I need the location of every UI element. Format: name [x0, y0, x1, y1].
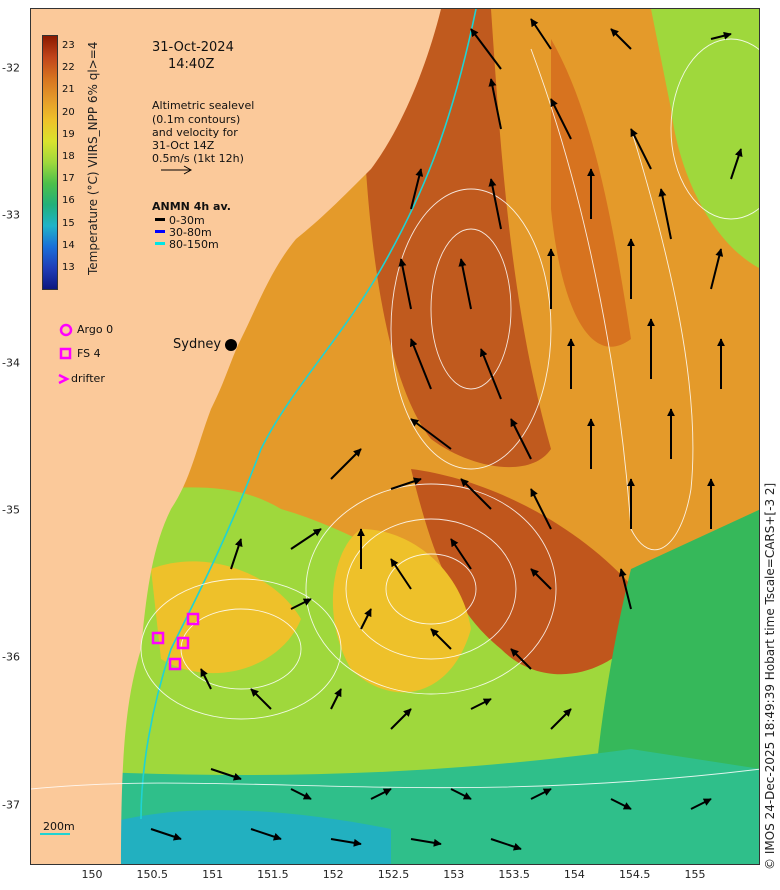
colorbar-tick: 15 [62, 217, 75, 229]
x-tick-label: 155 [684, 868, 706, 881]
credit-text: © IMOS 24-Dec-2025 18:49:39 Hobart time … [763, 482, 777, 870]
x-tick-label: 151 [202, 868, 224, 881]
x-tick-label: 151.5 [257, 868, 289, 881]
map-date: 31-Oct-2024 [152, 40, 234, 55]
sealevel-line4: 31-Oct 14Z [152, 139, 215, 152]
fs-legend-label: FS 4 [77, 347, 101, 360]
sydney-label: Sydney [173, 337, 222, 352]
colorbar-tick: 19 [62, 128, 75, 140]
y-tick-label: -36 [2, 650, 20, 664]
x-tick-label: 153 [443, 868, 465, 881]
y-tick-label: -32 [2, 61, 20, 75]
isobath-label: 200m [43, 820, 75, 833]
x-tick-label: 152 [322, 868, 344, 881]
map-time: 14:40Z [168, 57, 215, 72]
y-tick-label: -35 [2, 503, 20, 517]
x-tick-label: 152.5 [377, 868, 410, 881]
x-tick-label: 150 [81, 868, 103, 881]
colorbar-tick: 21 [62, 84, 75, 96]
y-tick-label: -33 [2, 208, 20, 222]
isobath-legend-line [40, 833, 70, 835]
colorbar-tick: 18 [62, 151, 75, 162]
fs-square-icon [59, 347, 72, 360]
drifter-chevron-icon [58, 373, 70, 385]
map-frame [30, 8, 760, 865]
sealevel-line3: and velocity for [152, 126, 238, 139]
colorbar-gradient [43, 36, 57, 289]
x-tick-label: 154 [563, 868, 585, 881]
sealevel-line2: (0.1m contours) [152, 113, 241, 126]
colorbar-label: Temperature (°C) VIIRS_NPP 6% ql>=4 [86, 41, 100, 275]
colorbar-tick: 14 [62, 239, 75, 251]
sydney-dot [225, 339, 237, 351]
colorbar-tick: 17 [62, 173, 75, 185]
argo-circle-icon [59, 323, 73, 337]
map-canvas [31, 9, 759, 864]
anmn-title: ANMN 4h av. [152, 200, 231, 213]
anmn-swatch [155, 218, 165, 221]
drifter-legend-label: drifter [71, 372, 105, 385]
scale-arrow-icon [161, 165, 193, 175]
x-tick-label: 150.5 [136, 868, 169, 881]
colorbar-tick: 20 [62, 106, 75, 118]
colorbar-tick: 13 [62, 262, 75, 273]
y-tick-label: -37 [2, 798, 20, 811]
colorbar-tick: 23 [62, 40, 75, 51]
anmn-swatch [155, 230, 165, 233]
y-tick-label: -34 [2, 356, 20, 370]
argo-legend-label: Argo 0 [77, 323, 114, 336]
colorbar-tick: 22 [62, 62, 75, 74]
x-tick-label: 153.5 [498, 868, 530, 881]
anmn-item-label: 80-150m [169, 238, 219, 251]
colorbar [42, 35, 58, 290]
x-tick-label: 154.5 [618, 868, 651, 881]
sealevel-line1: Altimetric sealevel [152, 99, 255, 112]
colorbar-tick: 16 [62, 195, 75, 207]
anmn-swatch [155, 242, 165, 245]
